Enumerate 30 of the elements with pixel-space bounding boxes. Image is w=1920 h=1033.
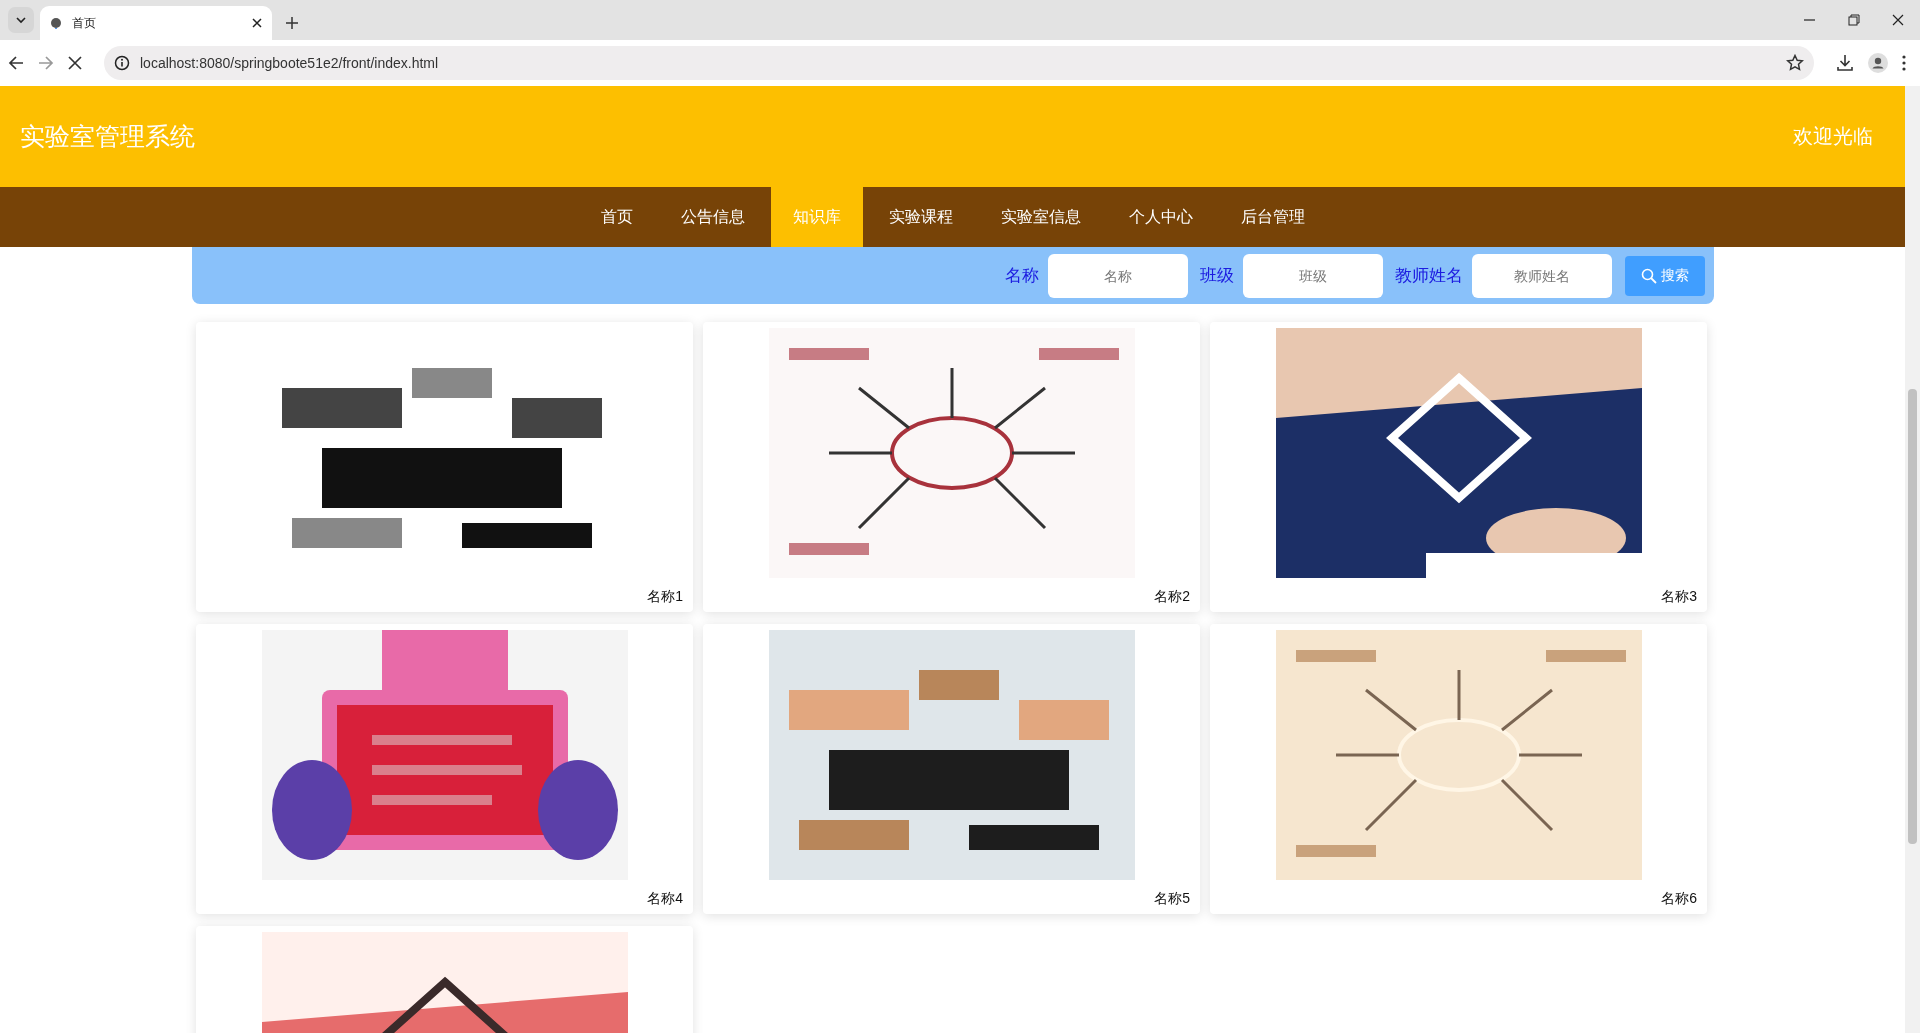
card-title: 名称3 xyxy=(1661,588,1697,606)
card-title: 名称5 xyxy=(1154,890,1190,908)
field-label: 班级 xyxy=(1199,265,1234,287)
address-bar[interactable]: localhost:8080/springboote51e2/front/index.html xyxy=(104,46,1814,80)
field-label: 教师姓名 xyxy=(1394,265,1463,287)
search-field[interactable]: 教师姓名 xyxy=(1471,253,1612,298)
url-text: localhost:8080/springboote51e2/front/index.html xyxy=(140,55,440,71)
search-field[interactable]: 班级 xyxy=(1242,253,1383,298)
nav-tab[interactable]: 实验室信息 xyxy=(978,187,1103,247)
nav-tab[interactable]: 公告信息 xyxy=(658,187,767,247)
search-field[interactable]: 名称 xyxy=(1047,253,1188,298)
tab-title: 首页 xyxy=(72,14,97,32)
nav-tab[interactable]: 实验课程 xyxy=(866,187,975,247)
nav-tab[interactable]: 个人中心 xyxy=(1106,187,1215,247)
card[interactable]: 名称5 xyxy=(703,624,1200,914)
card[interactable]: 名称3 xyxy=(1210,322,1707,612)
card-title: 名称4 xyxy=(647,890,683,908)
card-title: 名称2 xyxy=(1154,588,1190,606)
nav-tab[interactable]: 后台管理 xyxy=(1218,187,1327,247)
nav-tab[interactable]: 首页 xyxy=(578,187,655,247)
site-title: 实验室管理系统 xyxy=(20,121,195,152)
field-label: 名称 xyxy=(1004,265,1039,287)
card-title: 名称6 xyxy=(1661,890,1697,908)
card-title: 名称1 xyxy=(647,588,683,606)
card[interactable]: 名称6 xyxy=(1210,624,1707,914)
card[interactable]: 名称4 xyxy=(196,624,693,914)
browser-tab[interactable]: 首页 xyxy=(40,6,272,40)
card[interactable]: 名称2 xyxy=(703,322,1200,612)
card[interactable]: 名称1 xyxy=(196,322,693,612)
welcome-text: 欢迎光临 xyxy=(1793,124,1873,149)
